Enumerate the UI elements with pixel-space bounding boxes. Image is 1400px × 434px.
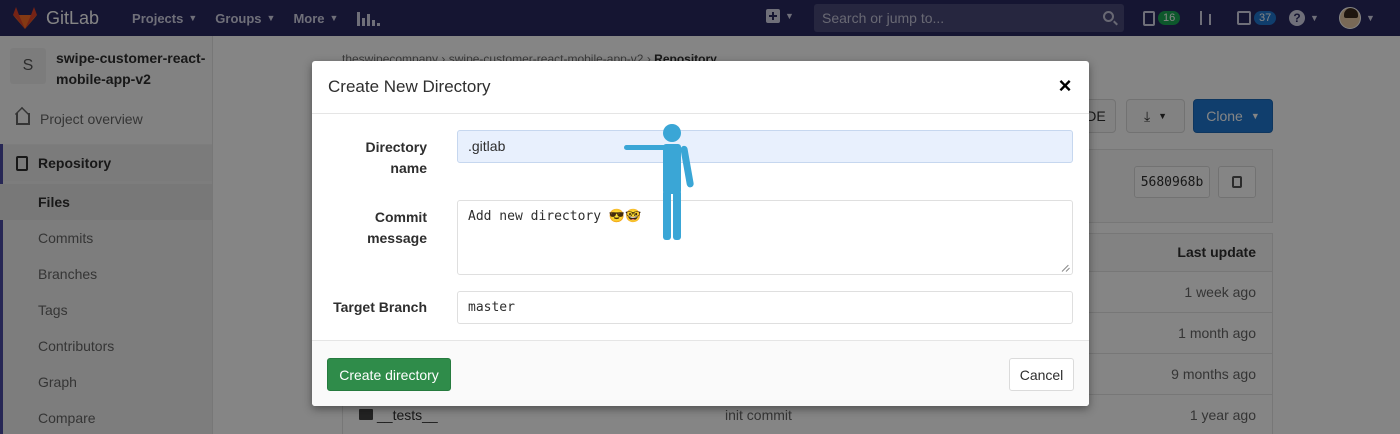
commit-message-label: Commit message: [367, 209, 427, 246]
directory-name-input[interactable]: .gitlab: [457, 130, 1073, 163]
commit-message-text: Add new directory 😎🤓: [468, 209, 642, 224]
commit-message-textarea[interactable]: Add new directory 😎🤓: [457, 200, 1073, 275]
modal-footer: Create directory Cancel: [312, 340, 1089, 406]
directory-name-label: Directory name: [365, 139, 427, 176]
cancel-button[interactable]: Cancel: [1009, 358, 1074, 391]
close-icon[interactable]: ×: [1056, 75, 1074, 97]
modal-title: Create New Directory: [328, 77, 491, 96]
create-directory-button[interactable]: Create directory: [327, 358, 451, 391]
target-branch-input[interactable]: master: [457, 291, 1073, 324]
modal-header: Create New Directory ×: [312, 61, 1089, 114]
target-branch-label: Target Branch: [333, 299, 427, 315]
pointing-figure-icon: [624, 124, 694, 240]
resize-handle-icon[interactable]: [1062, 264, 1070, 272]
